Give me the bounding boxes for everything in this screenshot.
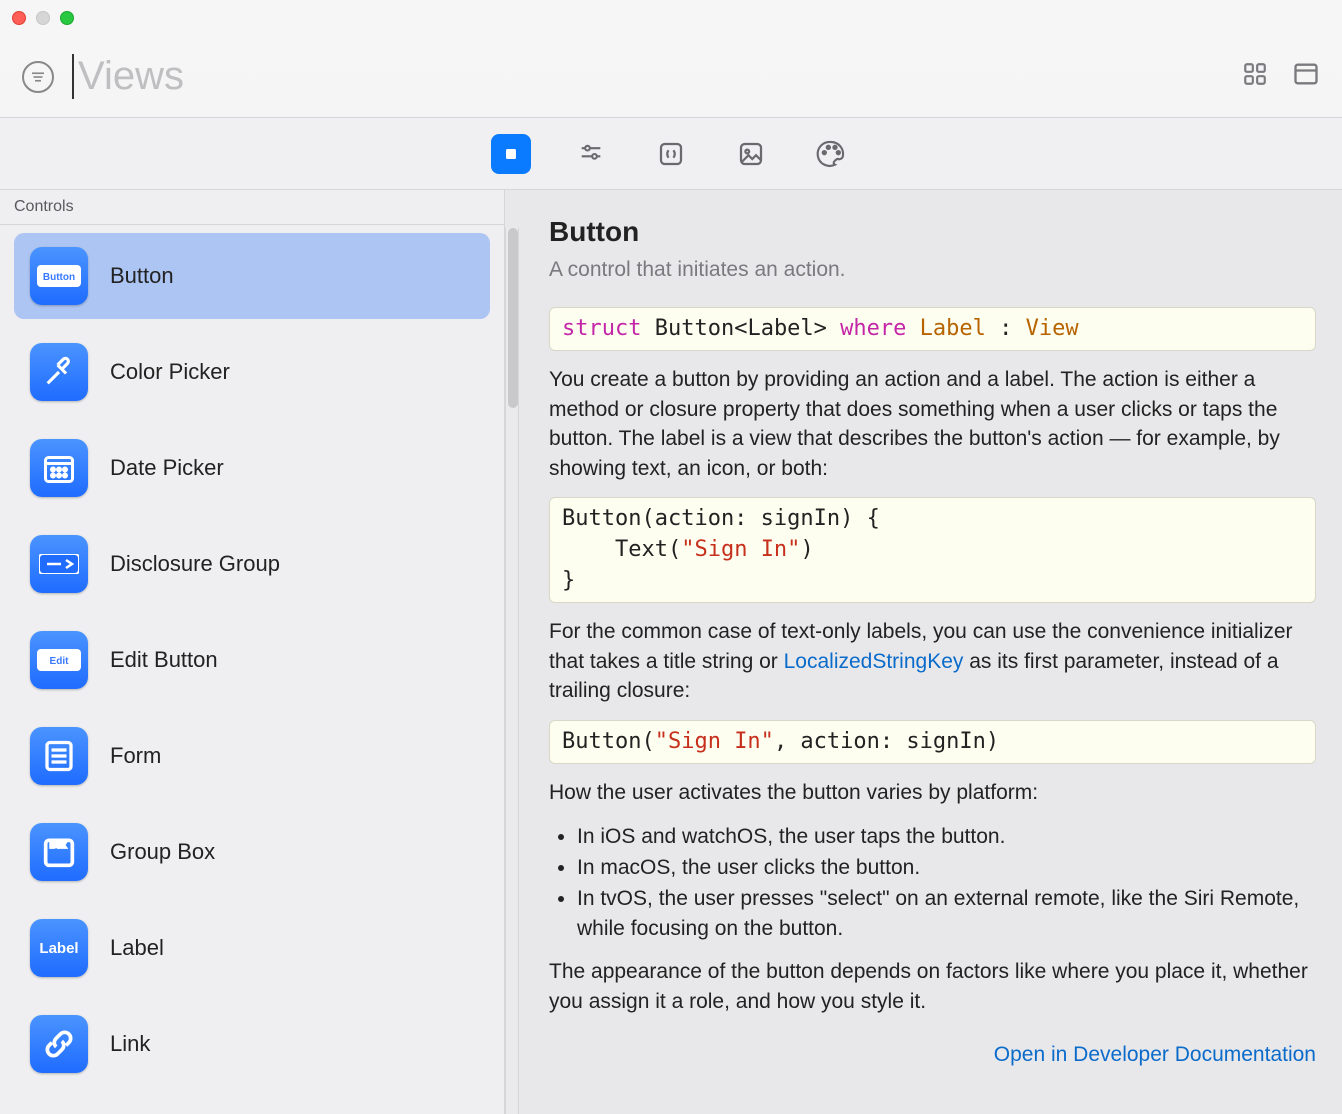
- svg-text:Button: Button: [43, 272, 75, 283]
- minimize-window-button[interactable]: [36, 11, 50, 25]
- window-controls: [12, 11, 74, 25]
- eyedropper-icon: [30, 343, 88, 401]
- localized-string-key-link[interactable]: LocalizedStringKey: [784, 650, 964, 673]
- controls-list: Button Button Color Picker Date Picker: [0, 225, 504, 1114]
- calendar-icon: [30, 439, 88, 497]
- platform-item: In macOS, the user clicks the button.: [577, 853, 1316, 882]
- search-bar: [0, 36, 1342, 118]
- close-window-button[interactable]: [12, 11, 26, 25]
- list-item-group-box[interactable]: Box Group Box: [14, 809, 490, 895]
- detail-paragraph: You create a button by providing an acti…: [549, 365, 1316, 483]
- label-icon: Label: [30, 919, 88, 977]
- tab-views[interactable]: [491, 134, 531, 174]
- list-item-form[interactable]: Form: [14, 713, 490, 799]
- svg-text:Box: Box: [51, 840, 66, 849]
- search-input[interactable]: [72, 54, 1224, 99]
- open-docs-link[interactable]: Open in Developer Documentation: [549, 1040, 1316, 1069]
- list-item-label: Edit Button: [110, 647, 218, 673]
- code-example-1: Button(action: signIn) { Text("Sign In")…: [549, 497, 1316, 603]
- disclosure-icon: [30, 535, 88, 593]
- button-thumb-icon: Button: [30, 247, 88, 305]
- svg-text:Edit: Edit: [50, 656, 70, 667]
- library-tabs: [0, 118, 1342, 190]
- list-item-button[interactable]: Button Button: [14, 233, 490, 319]
- tab-media[interactable]: [731, 134, 771, 174]
- list-item-label: Form: [110, 743, 161, 769]
- titlebar: [0, 0, 1342, 36]
- category-header: Controls: [0, 190, 504, 225]
- declaration-code: struct Button<Label> where Label : View: [549, 307, 1316, 352]
- list-item-label: Button: [110, 263, 174, 289]
- list-item-label: Date Picker: [110, 455, 224, 481]
- platform-item: In tvOS, the user presses "select" on an…: [577, 884, 1316, 943]
- tab-snippets[interactable]: [651, 134, 691, 174]
- list-item-color-picker[interactable]: Color Picker: [14, 329, 490, 415]
- detail-paragraph: For the common case of text-only labels,…: [549, 617, 1316, 705]
- list-item-label[interactable]: Label Label: [14, 905, 490, 991]
- platform-item: In iOS and watchOS, the user taps the bu…: [577, 822, 1316, 851]
- list-item-label: Group Box: [110, 839, 215, 865]
- panel-view-icon[interactable]: [1292, 60, 1320, 93]
- list-item-label: Link: [110, 1031, 150, 1057]
- grid-view-icon[interactable]: [1242, 61, 1268, 92]
- list-item-label: Color Picker: [110, 359, 230, 385]
- library-menu-icon[interactable]: [22, 61, 54, 93]
- detail-paragraph: How the user activates the button varies…: [549, 778, 1316, 807]
- link-icon: [30, 1015, 88, 1073]
- list-item-label: Disclosure Group: [110, 551, 280, 577]
- list-item-disclosure-group[interactable]: Disclosure Group: [14, 521, 490, 607]
- list-item-link[interactable]: Link: [14, 1001, 490, 1087]
- list-item-label: Label: [110, 935, 164, 961]
- platform-list: In iOS and watchOS, the user taps the bu…: [577, 822, 1316, 944]
- controls-sidebar: Controls Button Button Color Picker: [0, 190, 505, 1114]
- list-item-edit-button[interactable]: Edit Edit Button: [14, 617, 490, 703]
- code-example-2: Button("Sign In", action: signIn): [549, 720, 1316, 765]
- box-icon: Box: [30, 823, 88, 881]
- list-item-date-picker[interactable]: Date Picker: [14, 425, 490, 511]
- edit-button-icon: Edit: [30, 631, 88, 689]
- detail-subtitle: A control that initiates an action.: [549, 255, 1316, 284]
- form-icon: [30, 727, 88, 785]
- tab-modifiers[interactable]: [571, 134, 611, 174]
- sidebar-scrollbar[interactable]: [505, 228, 519, 1114]
- detail-paragraph: The appearance of the button depends on …: [549, 957, 1316, 1016]
- sidebar-scroll-thumb[interactable]: [508, 228, 518, 408]
- detail-pane: Button A control that initiates an actio…: [505, 190, 1342, 1114]
- zoom-window-button[interactable]: [60, 11, 74, 25]
- tab-color[interactable]: [811, 134, 851, 174]
- detail-title: Button: [549, 212, 1316, 251]
